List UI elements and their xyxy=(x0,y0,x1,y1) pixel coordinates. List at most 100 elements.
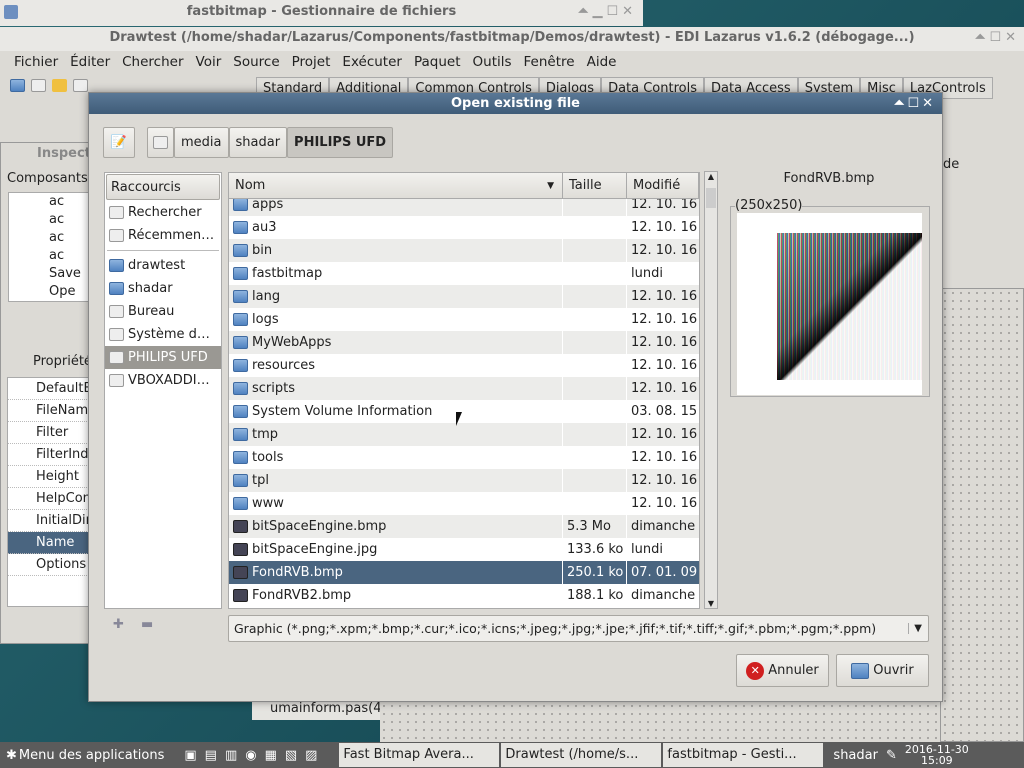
shortcuts-header[interactable]: Raccourcis xyxy=(106,174,220,200)
edit-path-button[interactable]: 📝 xyxy=(103,127,135,158)
file-row[interactable]: fastbitmap lundi xyxy=(229,262,699,285)
property-row[interactable]: Options xyxy=(8,554,93,576)
window-controls[interactable]: ⏶▁☐✕ xyxy=(578,0,637,24)
window-controls[interactable]: ⏶☐✕ xyxy=(975,27,1020,49)
property-row[interactable]: FileName xyxy=(8,400,93,422)
tray-icon[interactable]: ✎ xyxy=(886,748,897,763)
file-row[interactable]: System Volume Information 03. 08. 15 xyxy=(229,400,699,423)
shortcut-item[interactable]: Système d… xyxy=(105,323,221,346)
file-row[interactable]: tools 12. 10. 16 xyxy=(229,446,699,469)
shortcut-item[interactable]: drawtest xyxy=(105,254,221,277)
taskbar-window-button[interactable]: Drawtest (/home/s... xyxy=(501,743,662,767)
menu-item[interactable]: Paquet xyxy=(414,54,461,70)
file-list[interactable]: Nom ▼ Taille Modifié apps 12. 10. 16 au3 12. 1… xyxy=(228,172,700,609)
shortcut-item[interactable]: Bureau xyxy=(105,300,221,323)
tree-item[interactable]: ac xyxy=(49,229,93,247)
menu-item[interactable]: Aide xyxy=(587,54,617,70)
shortcut-item[interactable]: PHILIPS UFD xyxy=(105,346,221,369)
form-icon[interactable] xyxy=(31,79,46,92)
file-row[interactable]: lang 12. 10. 16 xyxy=(229,285,699,308)
tree-item[interactable]: ac xyxy=(49,247,93,265)
menu-item[interactable]: Éditer xyxy=(70,54,110,70)
taskbar-window-button[interactable]: Fast Bitmap Avera... xyxy=(339,743,500,767)
file-size xyxy=(563,423,627,446)
property-grid[interactable]: DefaultExFileNameFilterFilterIndeHeightH… xyxy=(7,377,94,607)
launcher-icons[interactable]: ▣▤▥◉▦▧▨ xyxy=(184,748,325,763)
column-header-modifié[interactable]: Modifié xyxy=(627,173,699,198)
file-type-filter-select[interactable]: Graphic (*.png;*.xpm;*.bmp;*.cur;*.ico;*… xyxy=(228,615,929,642)
menu-item[interactable]: Voir xyxy=(196,54,222,70)
save-icon[interactable] xyxy=(73,79,88,92)
property-row[interactable]: Name xyxy=(8,532,93,554)
path-drive-button[interactable] xyxy=(147,127,174,158)
folder-icon xyxy=(233,451,248,464)
path-button[interactable]: PHILIPS UFD xyxy=(287,127,394,158)
property-row[interactable]: FilterInde xyxy=(8,444,93,466)
tree-item[interactable]: Ope xyxy=(49,283,93,301)
path-button[interactable]: shadar xyxy=(228,127,288,158)
file-row[interactable]: FondRVB2.bmp 188.1 ko dimanche xyxy=(229,584,699,607)
file-row[interactable]: tmp 12. 10. 16 xyxy=(229,423,699,446)
dialog-titlebar[interactable]: Open existing file ⏶☐✕ xyxy=(89,93,942,114)
open-icon[interactable] xyxy=(52,79,67,92)
designer-grid xyxy=(380,702,940,742)
menu-item[interactable]: Projet xyxy=(292,54,331,70)
component-tree[interactable]: ac ac ac ac Save Ope xyxy=(8,192,94,302)
open-button[interactable]: Ouvrir xyxy=(836,654,929,687)
shortcut-item[interactable]: VBOXADDI… xyxy=(105,369,221,392)
tree-item[interactable]: ac xyxy=(49,193,93,211)
tree-item[interactable]: Save xyxy=(49,265,93,283)
scroll-up-arrow[interactable]: ▲ xyxy=(705,172,717,181)
property-row[interactable]: DefaultEx xyxy=(8,378,93,400)
file-row[interactable]: au3 12. 10. 16 xyxy=(229,216,699,239)
property-row[interactable]: HelpCont xyxy=(8,488,93,510)
column-header-taille[interactable]: Taille xyxy=(563,173,627,198)
path-button[interactable]: media xyxy=(174,127,229,158)
file-row[interactable]: www 12. 10. 16 xyxy=(229,492,699,515)
file-row[interactable]: resources 12. 10. 16 xyxy=(229,354,699,377)
scroll-thumb[interactable] xyxy=(706,188,716,208)
property-row[interactable]: InitialDir xyxy=(8,510,93,532)
file-manager-titlebar[interactable]: fastbitmap - Gestionnaire de fichiers ⏶▁… xyxy=(0,0,643,26)
dialog-window-controls[interactable]: ⏶☐✕ xyxy=(894,93,936,114)
app-menu-button[interactable]: Menu des applications xyxy=(19,748,164,763)
shortcut-item[interactable]: Rechercher xyxy=(105,201,221,224)
file-row[interactable]: scripts 12. 10. 16 xyxy=(229,377,699,400)
file-name-cell: fastbitmap xyxy=(229,262,563,285)
menu-item[interactable]: Exécuter xyxy=(342,54,402,70)
file-row[interactable]: bitSpaceEngine.bmp 5.3 Mo dimanche xyxy=(229,515,699,538)
new-icon[interactable] xyxy=(10,79,25,92)
menu-item[interactable]: Fichier xyxy=(14,54,58,70)
property-row[interactable]: Filter xyxy=(8,422,93,444)
menu-item[interactable]: Outils xyxy=(473,54,512,70)
tree-item[interactable]: ac xyxy=(49,211,93,229)
file-date: 03. 08. 15 xyxy=(631,404,698,419)
file-row[interactable]: bitSpaceEngine.jpg 133.6 ko lundi xyxy=(229,538,699,561)
remove-bookmark-button[interactable]: ▬ xyxy=(141,617,153,632)
tab-properties[interactable]: Propriété xyxy=(33,354,94,369)
path-bar: media shadar PHILIPS UFD xyxy=(147,127,394,158)
file-row[interactable]: tpl 12. 10. 16 xyxy=(229,469,699,492)
shortcut-item[interactable]: Récemmen… xyxy=(105,224,221,247)
column-header-nom[interactable]: Nom ▼ xyxy=(229,173,563,198)
property-row[interactable]: Height xyxy=(8,466,93,488)
add-bookmark-button[interactable]: ✚ xyxy=(113,617,124,632)
scroll-down-arrow[interactable]: ▼ xyxy=(705,599,717,608)
file-row[interactable]: MyWebApps 12. 10. 16 xyxy=(229,331,699,354)
file-row[interactable]: logs 12. 10. 16 xyxy=(229,308,699,331)
shortcut-item[interactable]: shadar xyxy=(105,277,221,300)
file-size xyxy=(563,492,627,515)
file-name: www xyxy=(252,496,284,511)
file-size: 133.6 ko xyxy=(563,538,627,561)
lazarus-titlebar[interactable]: Drawtest (/home/shadar/Lazarus/Component… xyxy=(0,27,1024,51)
file-list-scrollbar[interactable]: ▲ ▼ xyxy=(704,171,718,609)
taskbar-window-button[interactable]: fastbitmap - Gesti... xyxy=(663,743,824,767)
file-row[interactable]: bin 12. 10. 16 xyxy=(229,239,699,262)
cancel-button[interactable]: ✕ Annuler xyxy=(736,654,829,687)
file-name-cell: tpl xyxy=(229,469,563,492)
menu-item[interactable]: Source xyxy=(233,54,279,70)
file-row[interactable]: FondRVB.bmp 250.1 ko 07. 01. 09 xyxy=(229,561,699,584)
editor-tab[interactable]: umainform.pas(4 xyxy=(252,700,382,720)
menu-item[interactable]: Fenêtre xyxy=(524,54,575,70)
menu-item[interactable]: Chercher xyxy=(122,54,183,70)
